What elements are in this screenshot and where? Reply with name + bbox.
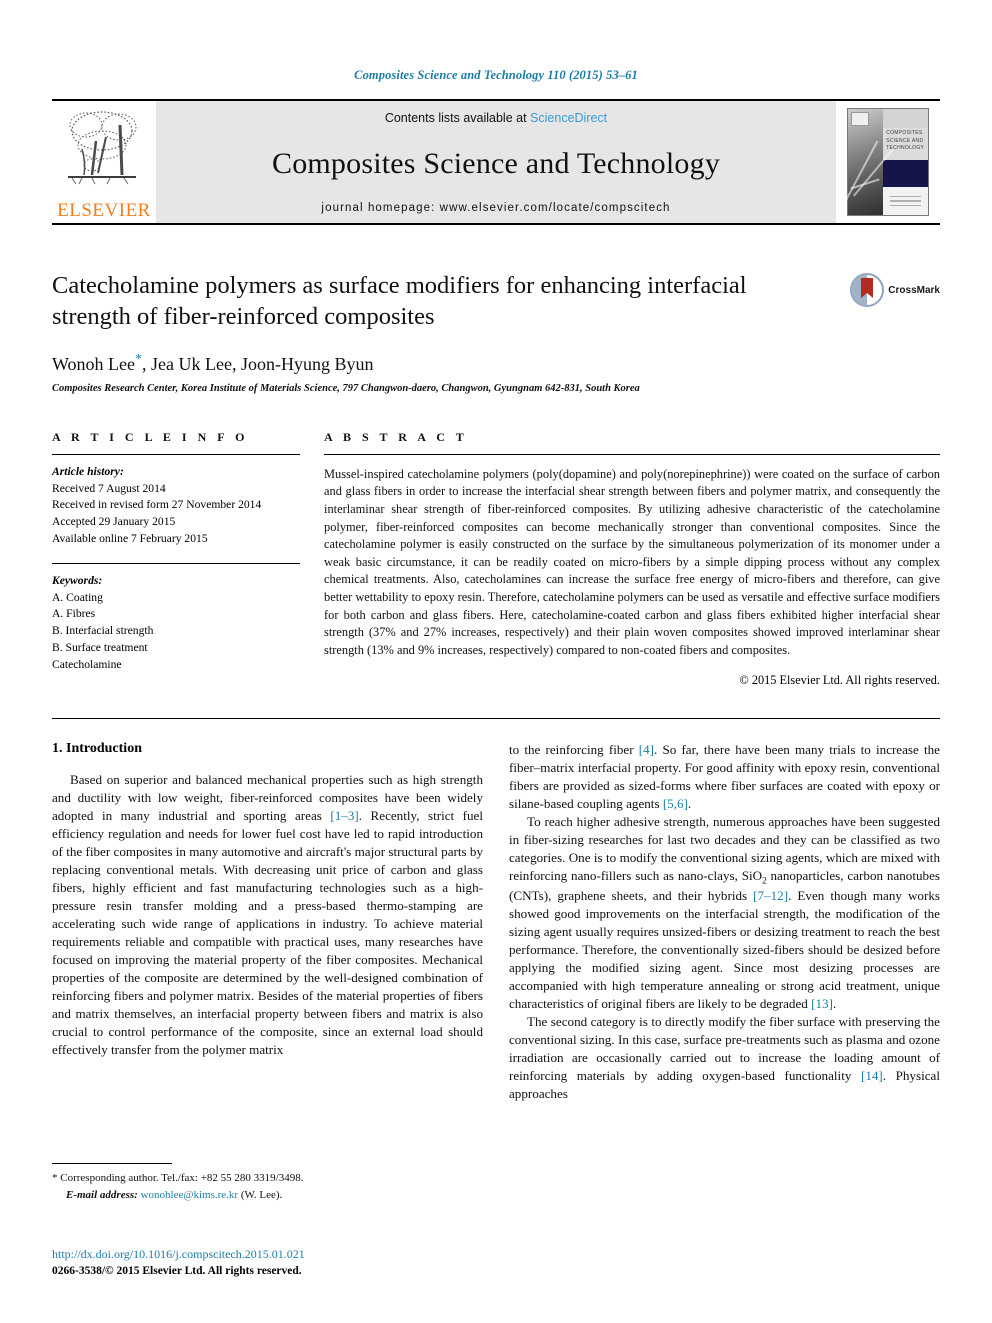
email-suffix: (W. Lee).: [240, 1188, 283, 1201]
crossmark-label: CrossMark: [888, 284, 940, 296]
article-info-column: A R T I C L E I N F O Article history: R…: [52, 430, 300, 689]
paragraph: to the reinforcing fiber [4]. So far, th…: [509, 741, 940, 813]
divider: [52, 453, 300, 455]
keyword-item: A. Fibres: [52, 607, 96, 621]
paragraph: Based on superior and balanced mechanica…: [52, 771, 483, 1059]
cover-title-panel: COMPOSITES SCIENCE AND TECHNOLOGY: [883, 109, 928, 215]
crossmark-icon: [850, 273, 885, 307]
email-link[interactable]: wonohlee@kims.re.kr: [141, 1189, 239, 1201]
contents-available-line: Contents lists available at ScienceDirec…: [385, 111, 607, 125]
abstract-column: A B S T R A C T Mussel-inspired catechol…: [324, 430, 940, 689]
corresponding-author-footnote: * Corresponding author. Tel./fax: +82 55…: [52, 1170, 483, 1187]
keyword-item: B. Surface treatment: [52, 640, 148, 654]
article-info-heading: A R T I C L E I N F O: [52, 429, 249, 444]
keyword-item: B. Interfacial strength: [52, 624, 154, 638]
article-history: Article history: Received 7 August 2014 …: [52, 464, 300, 548]
history-item: Available online 7 February 2015: [52, 531, 208, 545]
cover-photo: [843, 109, 894, 215]
footnote-area: * Corresponding author. Tel./fax: +82 55…: [52, 1163, 483, 1203]
section-heading-introduction: 1. Introduction: [52, 741, 142, 757]
elsevier-logo: ELSEVIER: [52, 101, 156, 223]
elsevier-wordmark: ELSEVIER: [57, 200, 151, 221]
citation-link[interactable]: [5,6]: [663, 796, 688, 811]
paragraph: To reach higher adhesive strength, numer…: [509, 813, 940, 1013]
article-page: Composites Science and Technology 110 (2…: [0, 0, 992, 1323]
body-column-right: to the reinforcing fiber [4]. So far, th…: [509, 741, 940, 1103]
contents-prefix: Contents lists available at: [384, 111, 527, 125]
paragraph: The second category is to directly modif…: [509, 1013, 940, 1103]
footnote-divider: [52, 1163, 172, 1164]
body-columns: 1. Introduction Based on superior and ba…: [52, 741, 940, 1103]
citation-link[interactable]: [13]: [811, 996, 833, 1011]
citation-link[interactable]: [7–12]: [753, 888, 788, 903]
citation-link[interactable]: [4]: [639, 742, 654, 757]
keywords-label: Keywords:: [52, 573, 103, 587]
author-corresponding: Wonoh Lee: [52, 353, 136, 374]
citation-link[interactable]: [1–3]: [330, 808, 358, 823]
journal-title: Composites Science and Technology: [271, 146, 721, 180]
info-abstract-region: A R T I C L E I N F O Article history: R…: [52, 430, 940, 689]
issn-copyright-line: 0266-3538/© 2015 Elsevier Ltd. All right…: [52, 1265, 302, 1277]
authors-rest: , Jea Uk Lee, Joon-Hyung Byun: [142, 353, 374, 374]
body-column-left: 1. Introduction Based on superior and ba…: [52, 741, 483, 1103]
crossmark-badge[interactable]: CrossMark: [850, 273, 940, 307]
page-title: Catecholamine polymers as surface modifi…: [52, 272, 747, 330]
footnote-text: Corresponding author. Tel./fax: +82 55 2…: [60, 1172, 304, 1184]
corresponding-author-marker: *: [135, 351, 143, 367]
elsevier-tree-icon: [68, 111, 137, 185]
footer-identifiers: http://dx.doi.org/10.1016/j.compscitech.…: [52, 1245, 305, 1280]
footnote-marker: *: [52, 1172, 58, 1184]
paragraph-text: .: [832, 996, 837, 1012]
paragraph-text: . Recently, strict fuel efficiency regul…: [52, 808, 484, 1058]
paragraph-text: . Even though many works showed good imp…: [509, 888, 940, 1012]
doi-link[interactable]: http://dx.doi.org/10.1016/j.compscitech.…: [52, 1245, 305, 1263]
journal-masthead: ELSEVIER Contents lists available at Sci…: [52, 99, 940, 225]
journal-cover-thumbnail: COMPOSITES SCIENCE AND TECHNOLOGY: [836, 101, 940, 223]
copyright-line: © 2015 Elsevier Ltd. All rights reserved…: [739, 673, 940, 688]
email-footnote: E-mail address: wonohlee@kims.re.kr (W. …: [52, 1187, 483, 1204]
divider: [324, 453, 940, 455]
keyword-item: Catecholamine: [52, 657, 122, 671]
paragraph-text: .: [687, 796, 692, 812]
email-label: E-mail address:: [66, 1188, 138, 1201]
citation-link[interactable]: [14]: [861, 1068, 883, 1083]
history-item: Received in revised form 27 November 201…: [52, 498, 262, 512]
divider: [52, 718, 940, 720]
masthead-center: Contents lists available at ScienceDirec…: [156, 101, 836, 223]
author-list: Wonoh Lee*, Jea Uk Lee, Joon-Hyung Byun: [52, 352, 830, 375]
abstract-heading: A B S T R A C T: [324, 429, 468, 444]
affiliation: Composites Research Center, Korea Instit…: [52, 382, 640, 394]
keywords-block: Keywords: A. Coating A. Fibres B. Interf…: [52, 562, 300, 674]
running-head: Composites Science and Technology 110 (2…: [354, 68, 638, 82]
paragraph-text: to the reinforcing fiber: [509, 742, 639, 758]
history-item: Accepted 29 January 2015: [52, 515, 176, 529]
article-history-label: Article history:: [52, 464, 124, 478]
cover-journal-title: COMPOSITES SCIENCE AND TECHNOLOGY: [883, 128, 928, 160]
keyword-item: A. Coating: [52, 590, 103, 604]
history-item: Received 7 August 2014: [52, 481, 166, 495]
sciencedirect-link[interactable]: ScienceDirect: [530, 111, 607, 125]
abstract-text: Mussel-inspired catecholamine polymers (…: [324, 466, 940, 657]
journal-homepage-link[interactable]: journal homepage: www.elsevier.com/locat…: [321, 202, 670, 214]
title-block: Catecholamine polymers as surface modifi…: [52, 271, 940, 394]
